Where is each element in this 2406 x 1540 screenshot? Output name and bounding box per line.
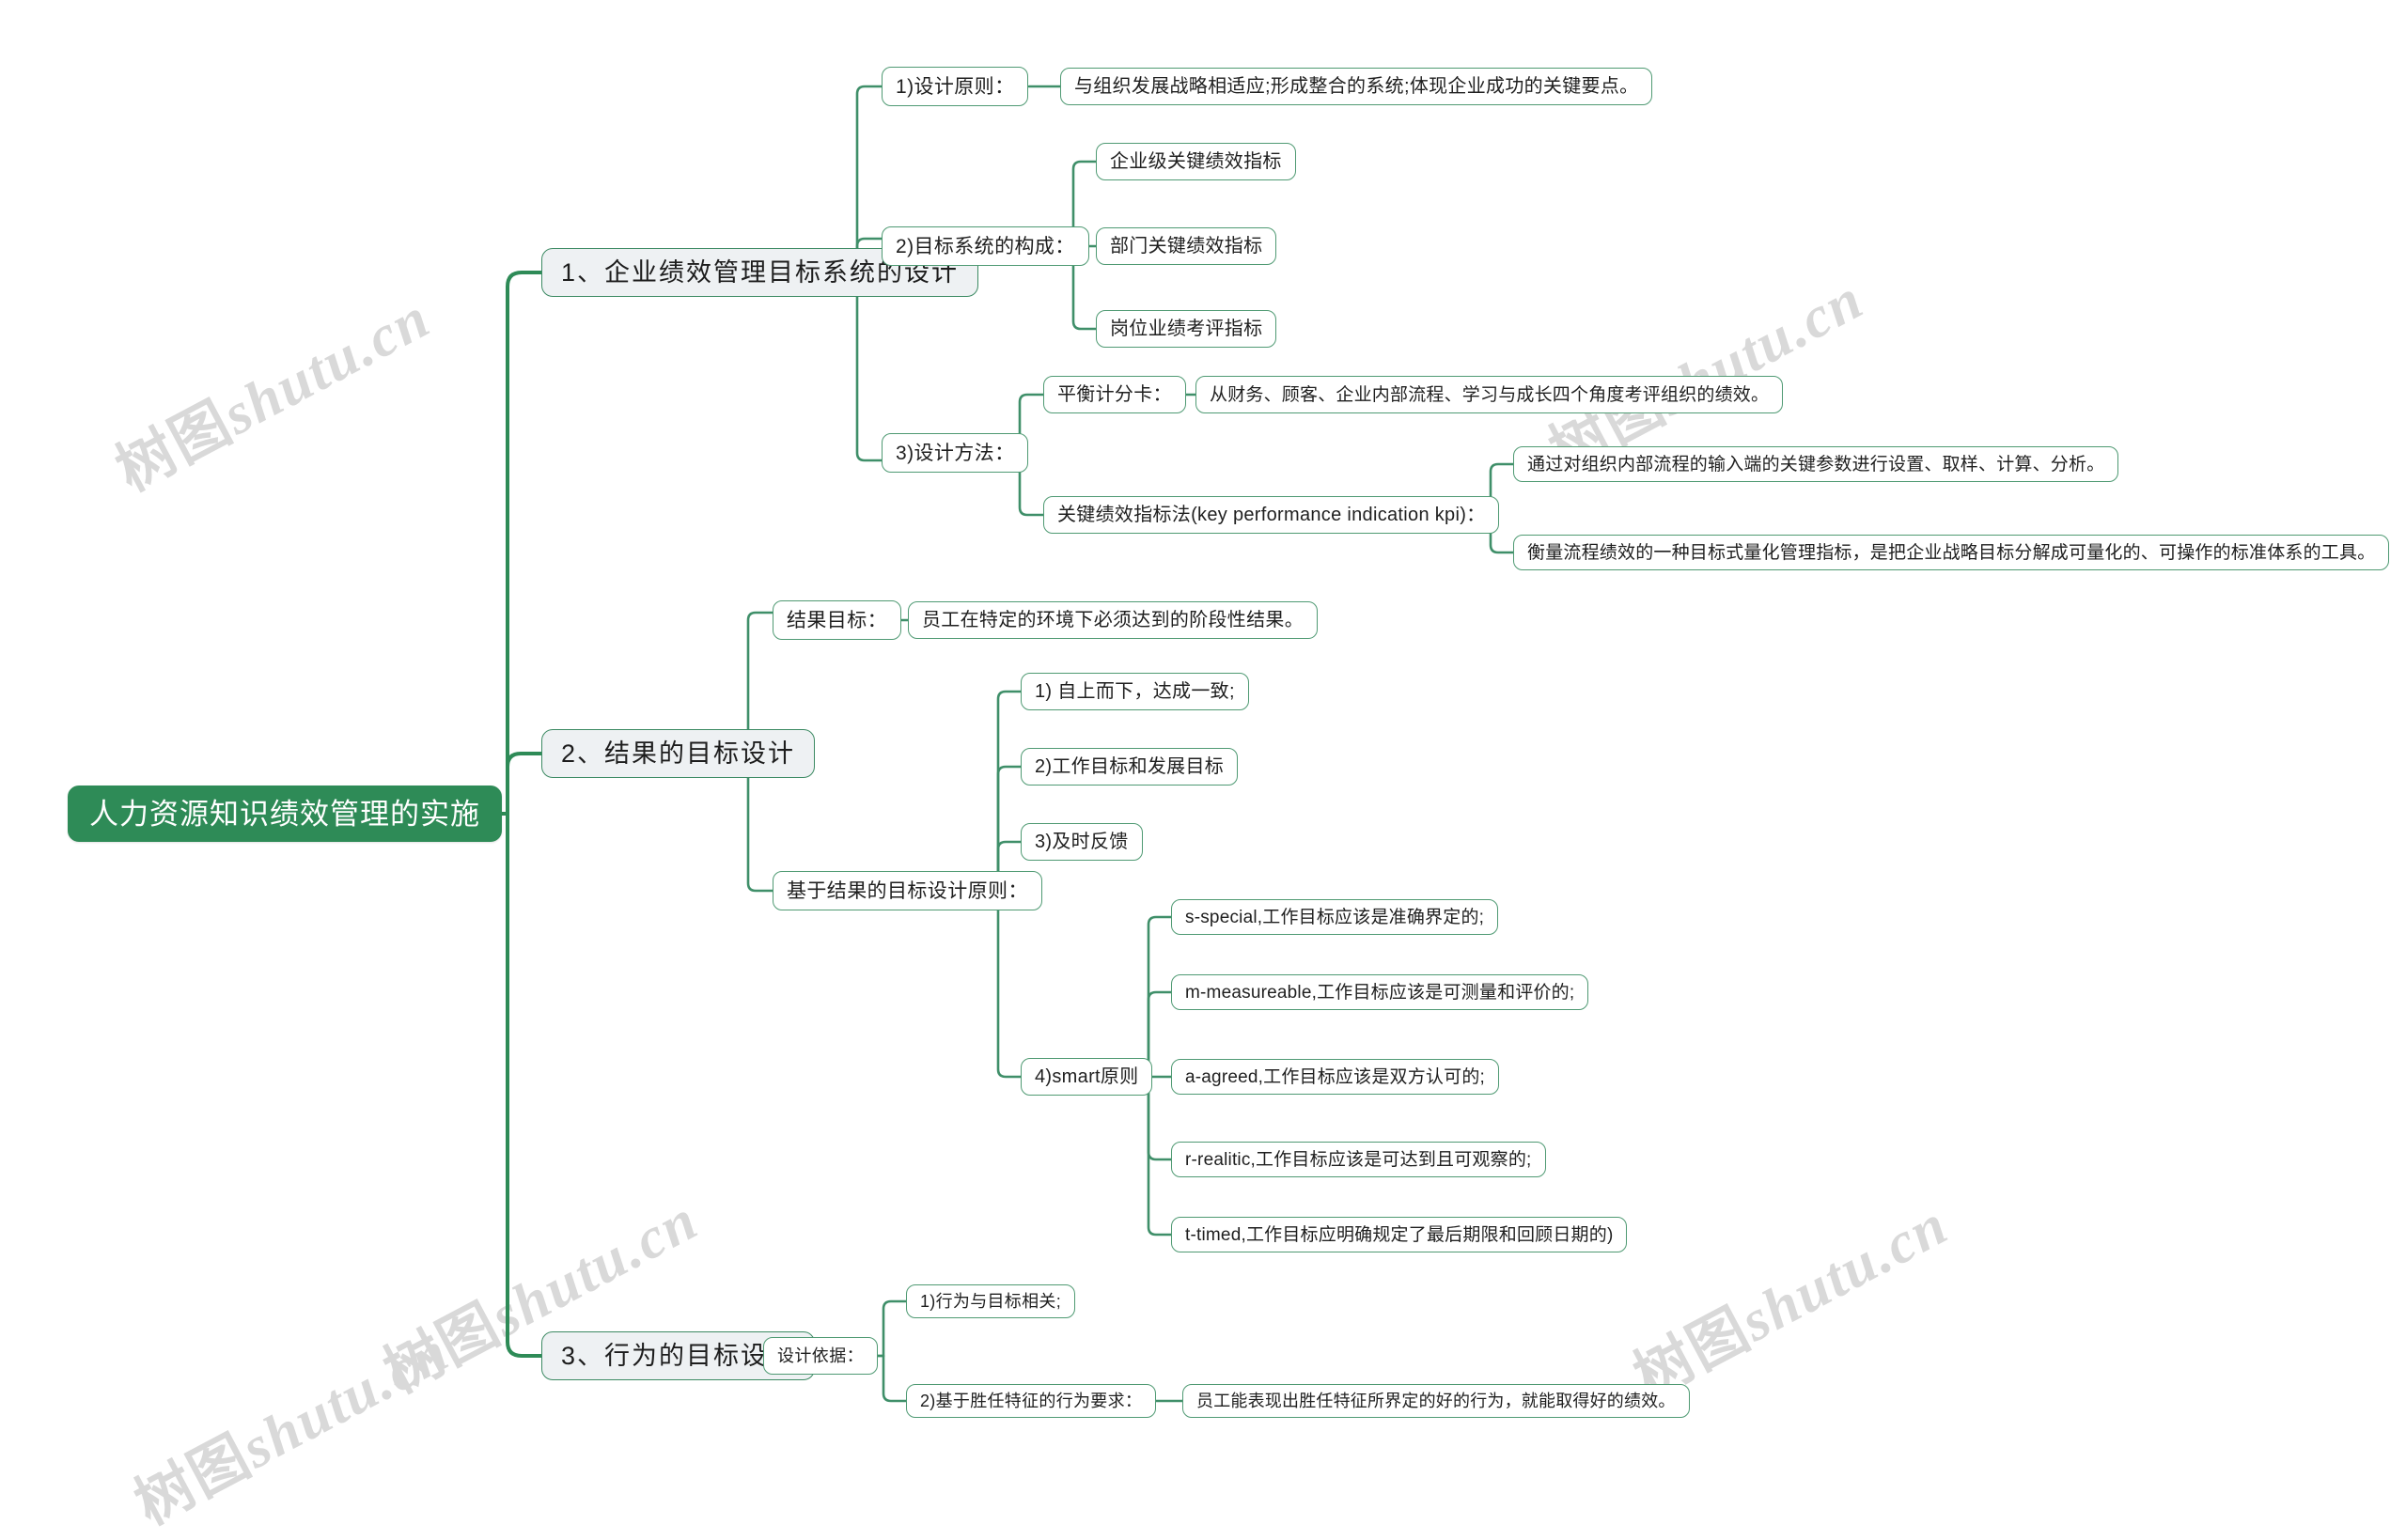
node-kpi-method-detail-1-label: 通过对组织内部流程的输入端的关键参数进行设置、取样、计算、分析。 xyxy=(1527,454,2105,474)
node-department-kpi-label: 部门关键绩效指标 xyxy=(1110,236,1263,257)
node-kpi-method[interactable]: 关键绩效指标法(key performance indication kpi)： xyxy=(1043,496,1500,534)
branch-node-3-label: 3、行为的目标设计 xyxy=(561,1341,796,1370)
node-design-basis-label: 设计依据： xyxy=(777,1346,864,1365)
node-principle-timely-feedback-label: 3)及时反馈 xyxy=(1035,832,1129,852)
watermark: 树图shutu.cn xyxy=(1622,1191,1959,1411)
node-competency-behavior-detail[interactable]: 员工能表现出胜任特征所界定的好的行为，就能取得好的绩效。 xyxy=(1182,1384,1690,1418)
node-principle-timely-feedback[interactable]: 3)及时反馈 xyxy=(1021,823,1143,861)
node-principle-top-down[interactable]: 1) 自上而下，达成一致; xyxy=(1021,673,1249,710)
node-smart-m[interactable]: m-measureable,工作目标应该是可测量和评价的; xyxy=(1171,974,1589,1010)
node-principle-smart-label: 4)smart原则 xyxy=(1035,1066,1139,1087)
node-smart-m-label: m-measureable,工作目标应该是可测量和评价的; xyxy=(1185,982,1575,1003)
node-balanced-scorecard-detail-label: 从财务、顾客、企业内部流程、学习与成长四个角度考评组织的绩效。 xyxy=(1210,384,1770,405)
node-principle-work-development[interactable]: 2)工作目标和发展目标 xyxy=(1021,748,1239,786)
root-node-label: 人力资源知识绩效管理的实施 xyxy=(89,797,480,831)
node-behavior-goal-related[interactable]: 1)行为与目标相关; xyxy=(906,1284,1076,1318)
node-behavior-goal-related-label: 1)行为与目标相关; xyxy=(920,1292,1062,1311)
watermark: 树图shutu.cn xyxy=(123,1318,460,1538)
node-position-kpi-label: 岗位业绩考评指标 xyxy=(1110,319,1263,339)
node-smart-r-label: r-realitic,工作目标应该是可达到且可观察的; xyxy=(1185,1149,1532,1170)
node-enterprise-kpi[interactable]: 企业级关键绩效指标 xyxy=(1096,143,1296,180)
node-principle-work-development-label: 2)工作目标和发展目标 xyxy=(1035,756,1225,777)
node-position-kpi[interactable]: 岗位业绩考评指标 xyxy=(1096,310,1277,348)
node-enterprise-kpi-label: 企业级关键绩效指标 xyxy=(1110,151,1282,172)
node-design-principles-label: 1)设计原则： xyxy=(896,75,1015,98)
node-competency-behavior-detail-label: 员工能表现出胜任特征所界定的好的行为，就能取得好的绩效。 xyxy=(1196,1392,1676,1410)
node-result-goal[interactable]: 结果目标： xyxy=(773,600,901,640)
node-competency-behavior-requirement-label: 2)基于胜任特征的行为要求： xyxy=(920,1392,1143,1410)
node-result-goal-detail[interactable]: 员工在特定的环境下必须达到的阶段性结果。 xyxy=(908,601,1318,639)
node-kpi-method-detail-1[interactable]: 通过对组织内部流程的输入端的关键参数进行设置、取样、计算、分析。 xyxy=(1513,446,2119,482)
node-kpi-method-label: 关键绩效指标法(key performance indication kpi)： xyxy=(1057,505,1486,525)
node-design-principles-detail-label: 与组织发展战略相适应;形成整合的系统;体现企业成功的关键要点。 xyxy=(1074,76,1639,97)
mindmap-canvas: 树图shutu.cn 树图shutu.cn 树图shutu.cn 树图shutu… xyxy=(0,0,2406,1538)
node-department-kpi[interactable]: 部门关键绩效指标 xyxy=(1096,227,1277,265)
node-kpi-method-detail-2-label: 衡量流程绩效的一种目标式量化管理指标，是把企业战略目标分解成可量化的、可操作的标… xyxy=(1527,542,2376,563)
node-kpi-method-detail-2[interactable]: 衡量流程绩效的一种目标式量化管理指标，是把企业战略目标分解成可量化的、可操作的标… xyxy=(1513,535,2390,570)
node-target-system-composition-label: 2)目标系统的构成： xyxy=(896,235,1075,257)
node-result-based-principles-label: 基于结果的目标设计原则： xyxy=(787,879,1028,902)
node-smart-t[interactable]: t-timed,工作目标应明确规定了最后期限和回顾日期的) xyxy=(1171,1217,1628,1252)
node-smart-s[interactable]: s-special,工作目标应该是准确界定的; xyxy=(1171,899,1499,935)
node-target-system-composition[interactable]: 2)目标系统的构成： xyxy=(882,226,1089,266)
node-smart-a[interactable]: a-agreed,工作目标应该是双方认可的; xyxy=(1171,1059,1500,1095)
node-balanced-scorecard-label: 平衡计分卡： xyxy=(1057,384,1172,405)
node-result-based-principles[interactable]: 基于结果的目标设计原则： xyxy=(773,871,1042,910)
node-design-methods-label: 3)设计方法： xyxy=(896,442,1015,464)
node-design-principles[interactable]: 1)设计原则： xyxy=(882,67,1029,106)
node-principle-smart[interactable]: 4)smart原则 xyxy=(1021,1058,1153,1096)
node-design-principles-detail[interactable]: 与组织发展战略相适应;形成整合的系统;体现企业成功的关键要点。 xyxy=(1060,68,1653,105)
branch-node-2-label: 2、结果的目标设计 xyxy=(561,739,796,768)
root-node[interactable]: 人力资源知识绩效管理的实施 xyxy=(68,786,502,842)
node-smart-t-label: t-timed,工作目标应明确规定了最后期限和回顾日期的) xyxy=(1185,1224,1614,1245)
node-result-goal-detail-label: 员工在特定的环境下必须达到的阶段性结果。 xyxy=(922,610,1304,630)
node-design-methods[interactable]: 3)设计方法： xyxy=(882,433,1029,473)
node-result-goal-label: 结果目标： xyxy=(787,609,887,631)
node-smart-r[interactable]: r-realitic,工作目标应该是可达到且可观察的; xyxy=(1171,1142,1546,1177)
watermark: 树图shutu.cn xyxy=(104,285,441,505)
node-principle-top-down-label: 1) 自上而下，达成一致; xyxy=(1035,681,1235,702)
node-balanced-scorecard-detail[interactable]: 从财务、顾客、企业内部流程、学习与成长四个角度考评组织的绩效。 xyxy=(1195,376,1784,413)
node-smart-a-label: a-agreed,工作目标应该是双方认可的; xyxy=(1185,1066,1486,1087)
node-competency-behavior-requirement[interactable]: 2)基于胜任特征的行为要求： xyxy=(906,1384,1157,1418)
node-smart-s-label: s-special,工作目标应该是准确界定的; xyxy=(1185,907,1485,927)
branch-node-2[interactable]: 2、结果的目标设计 xyxy=(541,729,816,778)
node-design-basis[interactable]: 设计依据： xyxy=(763,1337,878,1375)
node-balanced-scorecard[interactable]: 平衡计分卡： xyxy=(1043,376,1186,413)
